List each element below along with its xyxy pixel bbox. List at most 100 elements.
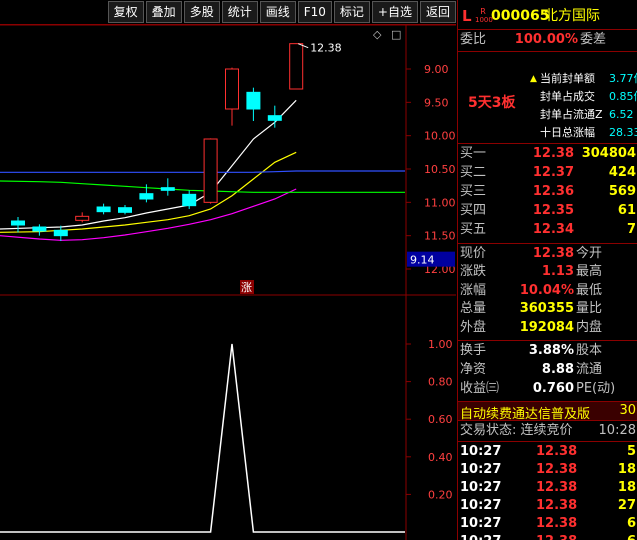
tick-volume: 5 xyxy=(626,444,636,459)
promo-suffix: 30 xyxy=(619,403,636,418)
price-tick-label: 10.50 xyxy=(424,163,456,176)
candle[interactable] xyxy=(11,217,25,233)
quote-label2: 今开 xyxy=(576,246,603,261)
candle-body xyxy=(139,193,154,200)
quote-label2: 量比 xyxy=(576,301,603,317)
toolbar-button[interactable]: 叠加 xyxy=(145,1,182,23)
quote-label: 外盘 xyxy=(460,319,487,335)
toolbar-button[interactable]: F10 xyxy=(297,1,332,23)
tick-volume: 6 xyxy=(627,533,636,540)
tick-list[interactable]: 10:27 12.38 5 10:27 12.38 18 10:27 12.38 18 10:27… xyxy=(458,442,637,540)
quote-row: 外盘 192084 内盘 xyxy=(458,319,637,337)
toolbar-button[interactable]: 返回 xyxy=(419,1,456,23)
quote-label: 总量 xyxy=(460,301,487,317)
seal-row-value: 3.77亿 xyxy=(609,72,637,85)
tick-row[interactable]: 10:27 12.38 27 xyxy=(458,497,637,515)
quote-row: 涨幅 10.04% 最低 xyxy=(458,282,637,300)
bid-volume: 7 xyxy=(626,222,636,237)
candle-body xyxy=(96,206,111,213)
indicator-line xyxy=(0,343,405,533)
moving-average-line xyxy=(0,180,405,193)
tick-price: 12.38 xyxy=(536,516,578,531)
tick-price: 12.38 xyxy=(536,533,577,540)
candle[interactable] xyxy=(267,105,282,128)
square-icon[interactable]: □ xyxy=(391,28,401,41)
quote-label2: 最低 xyxy=(576,282,603,298)
candle[interactable] xyxy=(289,43,304,90)
candle-body xyxy=(225,68,239,110)
bid-row[interactable]: 买三 12.36 569 xyxy=(458,183,637,201)
indicator-tick-label: 0.80 xyxy=(428,376,453,389)
bid-row[interactable]: 买四 12.35 61 xyxy=(458,202,637,220)
order-ratio-value: 100.00% xyxy=(514,32,578,47)
indicator-tick-label: 1.00 xyxy=(428,338,453,351)
tick-row[interactable]: 10:27 12.38 6 xyxy=(458,515,637,533)
tick-row[interactable]: 10:27 12.38 18 xyxy=(458,479,637,497)
separator xyxy=(458,29,637,30)
tick-price: 12.38 xyxy=(536,480,578,495)
order-ratio-row: 委比 100.00% 委差 xyxy=(458,31,637,49)
chart-annotations: 12.38 ◇ □ 涨 xyxy=(240,28,401,294)
market-badge: L xyxy=(462,7,472,25)
kline-chart[interactable]: 12.0011.5011.0010.5010.009.509.009.14 0.… xyxy=(0,25,456,540)
toolbar-button[interactable]: 统计 xyxy=(221,1,258,23)
seal-row-label: 封单占成交 xyxy=(540,90,595,103)
tick-time: 10:27 xyxy=(460,462,502,477)
candle[interactable] xyxy=(225,67,239,126)
tick-row[interactable]: 10:27 12.38 5 xyxy=(458,443,637,461)
candle[interactable] xyxy=(203,138,218,204)
toolbar-button[interactable]: +自选 xyxy=(371,1,418,23)
fundamental-label: 净资 xyxy=(460,362,487,377)
stock-header[interactable]: L R 1000 000065 北方国际 xyxy=(458,5,637,27)
tick-volume: 18 xyxy=(617,480,636,495)
candle-body xyxy=(203,138,218,203)
toolbar-button[interactable]: 多股 xyxy=(183,1,220,23)
toolbar-button[interactable]: 画线 xyxy=(259,1,296,23)
bid-book: 买一 12.38 304804 买二 12.37 424 买三 12.36 569 买四 12.35… xyxy=(458,145,637,241)
candle[interactable] xyxy=(118,205,132,215)
tick-row[interactable]: 10:27 12.38 6 xyxy=(458,533,637,540)
seal-row: 十日总涨幅 28.33 xyxy=(458,124,637,142)
diamond-icon[interactable]: ◇ xyxy=(373,28,382,41)
seal-info: 5天3板 ▲当前封单额3.77亿封单占成交0.85倍封单占流通Z6.52十日总涨… xyxy=(458,52,637,142)
bid-row[interactable]: 买二 12.37 424 xyxy=(458,164,637,182)
candle[interactable] xyxy=(32,224,47,236)
candle[interactable] xyxy=(75,212,90,223)
quote-value: 192084 xyxy=(519,319,574,335)
indicator-tick-label: 0.20 xyxy=(428,488,453,501)
candle-body xyxy=(246,91,261,110)
seal-alert-icon: ▲ xyxy=(530,74,537,84)
bid-price: 12.38 xyxy=(532,146,574,161)
quote-label: 涨跌 xyxy=(460,264,487,280)
candle[interactable] xyxy=(160,178,175,196)
promo-banner[interactable]: 自动续费通达信普及版 30 xyxy=(458,401,637,422)
candle-body xyxy=(32,226,47,232)
indicator-tick-label: 0.40 xyxy=(428,451,453,464)
seal-row-label: 封单占流通Z xyxy=(540,108,603,121)
tick-volume: 18 xyxy=(617,462,636,477)
candle[interactable] xyxy=(246,87,261,121)
toolbar-button[interactable]: 复权 xyxy=(107,1,144,23)
indicator-tick-label: 0.60 xyxy=(428,413,453,426)
price-tick-label: 11.00 xyxy=(424,196,456,209)
fundamentals: 换手 3.88% 股本 净资 8.88 流通 收益㈢ 0.760 PE(动) xyxy=(458,342,637,400)
candle[interactable] xyxy=(53,225,68,241)
bid-row[interactable]: 买一 12.38 304804 xyxy=(458,145,637,163)
level-badge-top: R xyxy=(480,7,486,16)
quote-value: 360355 xyxy=(519,301,574,317)
tick-row[interactable]: 10:27 12.38 18 xyxy=(458,461,637,479)
candle[interactable] xyxy=(96,203,111,215)
seal-row: 封单占流通Z 6.52 xyxy=(458,106,637,124)
candle-body xyxy=(160,187,175,191)
toolbar-button[interactable]: 标记 xyxy=(333,1,370,23)
bid-row[interactable]: 买五 12.34 7 xyxy=(458,221,637,239)
promo-text: 自动续费通达信普及版 xyxy=(460,407,591,422)
stock-code: 000065 xyxy=(491,8,550,24)
moving-average-lines xyxy=(0,99,405,241)
quote-label: 现价 xyxy=(460,246,487,261)
candle-body xyxy=(11,220,25,226)
price-tick-label: 11.50 xyxy=(424,230,456,243)
candle-body xyxy=(118,207,132,213)
fundamental-label: 收益㈢ xyxy=(460,381,500,396)
tick-price: 12.38 xyxy=(536,462,578,477)
